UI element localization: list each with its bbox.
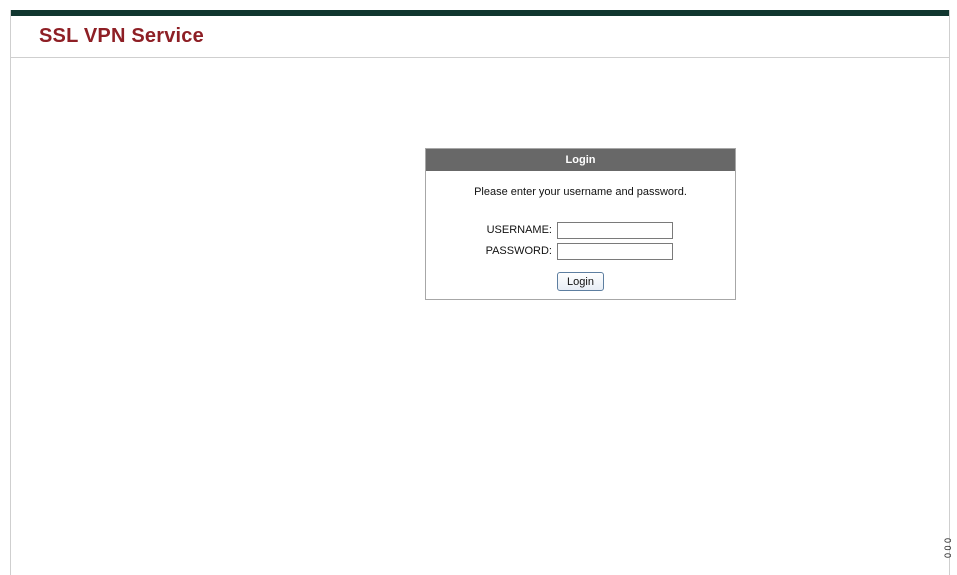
username-row: USERNAME: bbox=[426, 221, 735, 239]
password-label: PASSWORD: bbox=[485, 245, 552, 257]
page-frame: SSL VPN Service Login Please enter your … bbox=[10, 10, 950, 575]
login-panel: Login Please enter your username and pas… bbox=[425, 148, 736, 300]
login-panel-title: Login bbox=[426, 149, 735, 171]
username-label: USERNAME: bbox=[486, 224, 552, 236]
password-row: PASSWORD: bbox=[426, 242, 735, 260]
page-header: SSL VPN Service bbox=[11, 16, 949, 58]
username-input[interactable] bbox=[557, 221, 673, 239]
side-code-text: 0 0 0 bbox=[943, 537, 953, 559]
password-input[interactable] bbox=[557, 242, 673, 260]
login-button[interactable]: Login bbox=[557, 272, 604, 291]
login-instructions: Please enter your username and password. bbox=[474, 186, 687, 198]
page-title: SSL VPN Service bbox=[39, 25, 204, 47]
